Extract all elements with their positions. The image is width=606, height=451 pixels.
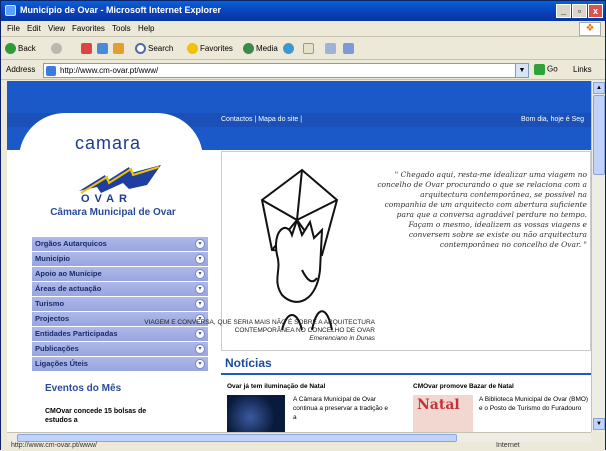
menu-file[interactable]: File [7,24,20,33]
home-button[interactable] [113,42,126,56]
media-button[interactable]: Media [243,42,278,56]
city-title: Câmara Municipal de Ovar [50,207,176,218]
close-button[interactable]: x [588,4,603,18]
chevron-down-icon: ▾ [195,299,205,309]
caption-author: Emerenciano in Dunas [309,335,375,342]
events-title: Eventos do Mês [45,383,122,394]
edit-button[interactable] [343,42,356,56]
edit-icon [343,43,354,55]
events-item-link[interactable]: CMOvar concede 15 bolsas de estudos a [45,407,155,425]
favorites-star-icon [187,43,198,55]
logo-subtext: OVAR [81,193,132,205]
search-icon [135,43,146,55]
stop-icon [81,43,92,55]
security-zone: Internet [496,442,520,449]
links-button[interactable]: Links [573,65,592,74]
history-icon [283,43,294,55]
menu-item-apoio[interactable]: Apoio ao Munícipe ▾ [32,267,208,282]
media-icon [243,43,254,55]
address-label: Address [6,65,36,74]
news-item-image[interactable] [227,395,285,432]
browser-window: Município de Ovar - Microsoft Internet E… [0,0,606,451]
page-favicon-icon [46,66,56,76]
minimize-button[interactable]: _ [556,4,571,18]
vertical-scroll-thumb[interactable] [593,95,605,175]
home-icon [113,43,124,55]
window-title: Município de Ovar - Microsoft Internet E… [20,5,222,15]
top-nav-links[interactable]: Contactos | Mapa do site | [221,116,302,123]
page-viewport: Contactos | Mapa do site | Bom dia, hoje… [7,81,591,432]
address-input[interactable]: http://www.cm-ovar.pt/www/ ▼ [43,63,529,78]
chevron-down-icon: ▾ [195,344,205,354]
windows-logo-icon: ❖ [579,22,601,36]
news-divider [221,373,591,375]
print-button[interactable] [325,42,338,56]
chevron-down-icon: ▾ [195,269,205,279]
news-item-text: A Biblioteca Municipal de Ovar (BMO) e o… [479,396,589,412]
menu-tools[interactable]: Tools [112,24,131,33]
news-item-headline[interactable]: Ovar já tem iluminação de Natal [227,383,325,390]
chevron-down-icon: ▾ [195,284,205,294]
main-menu: Orgãos Autarquicos ▾ Município ▾ Apoio ao … [32,237,208,372]
go-arrow-icon [534,64,545,75]
menu-item-orgaos[interactable]: Orgãos Autarquicos ▾ [32,237,208,252]
chevron-down-icon: ▾ [195,359,205,369]
menu-item-municipio[interactable]: Município ▾ [32,252,208,267]
menu-help[interactable]: Help [138,24,154,33]
logo-mark-icon [79,165,161,194]
menu-view[interactable]: View [48,24,65,33]
vertical-scrollbar[interactable]: ▲ ▼ [591,81,605,432]
refresh-icon [97,43,108,55]
menu-favorites[interactable]: Favorites [72,24,105,33]
address-url: http://www.cm-ovar.pt/www/ [60,66,159,75]
forward-arrow-icon [51,43,62,55]
architecture-sketch-illustration [260,168,339,330]
back-arrow-icon [5,43,16,55]
status-text: http://www.cm-ovar.pt/www/ [11,442,97,449]
menu-item-turismo[interactable]: Turismo ▾ [32,297,208,312]
menu-item-ligacoes[interactable]: Ligações Úteis ▾ [32,357,208,372]
news-item-text: A Câmara Municipal de Ovar continua a pr… [293,396,389,421]
news-image-badge: Natal [417,397,460,413]
news-title: Notícias [225,356,272,370]
scroll-down-icon[interactable]: ▼ [593,418,605,430]
forward-button[interactable] [51,42,64,56]
chevron-down-icon: ▾ [195,239,205,249]
menu-edit[interactable]: Edit [27,24,41,33]
ie-icon [5,5,16,16]
menu-item-areas[interactable]: Áreas de actuação ▾ [32,282,208,297]
back-button[interactable]: Back [5,42,36,56]
toolbar: Back Search Favorites Media [1,38,605,60]
go-button[interactable]: Go [534,64,558,75]
greeting-text: Bom dia, hoje é Seg [521,116,585,123]
feature-caption: VIAGEM E CONVERSA, QUE SERIA MAIS NÃO É … [127,319,375,343]
caption-text: VIAGEM E CONVERSA, QUE SERIA MAIS NÃO É … [144,319,375,334]
address-bar: Address http://www.cm-ovar.pt/www/ ▼ Go … [1,61,605,80]
news-item-headline[interactable]: CMOvar promove Bazar de Natal [413,383,514,390]
maximize-button[interactable]: ▫ [572,4,587,18]
news-item-image[interactable]: Natal [413,395,473,432]
menu-bar: File Edit View Favorites Tools Help ❖ [1,21,605,37]
address-dropdown-icon[interactable]: ▼ [515,64,528,77]
scroll-up-icon[interactable]: ▲ [593,82,605,94]
stop-button[interactable] [81,42,94,56]
search-button[interactable]: Search [135,42,173,56]
feature-quote: " Chegado aqui, resta-me idealizar uma v… [377,170,587,249]
mail-icon [303,43,314,55]
horizontal-scrollbar[interactable] [7,432,591,442]
refresh-button[interactable] [97,42,110,56]
mail-button[interactable] [303,42,316,56]
print-icon [325,43,336,55]
title-bar: Município de Ovar - Microsoft Internet E… [1,1,605,21]
menu-item-publicacoes[interactable]: Publicações ▾ [32,342,208,357]
chevron-down-icon: ▾ [195,254,205,264]
logo-text: camara [75,133,142,153]
favorites-button[interactable]: Favorites [187,42,233,56]
horizontal-scroll-thumb[interactable] [17,434,457,442]
history-button[interactable] [283,42,296,56]
